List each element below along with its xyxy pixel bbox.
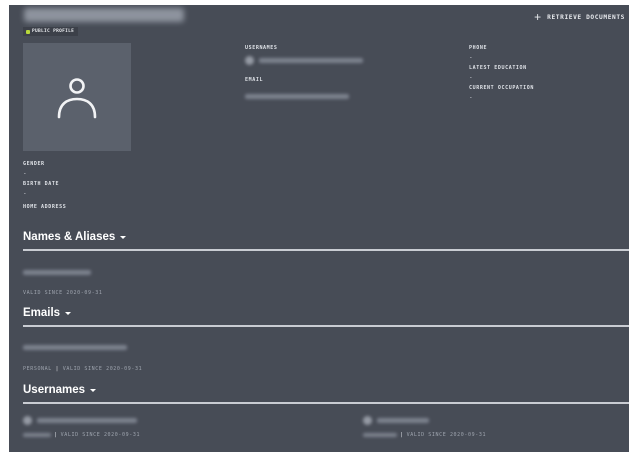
latest-education-field: LATEST EDUCATION - — [469, 65, 527, 81]
alias-valid-since: VALID SINCE 2020-09-31 — [23, 290, 103, 296]
username-avatar-redacted — [245, 56, 254, 65]
username-source-redacted — [363, 433, 397, 437]
email-value-redacted — [245, 94, 349, 100]
chevron-down-icon — [90, 389, 97, 392]
username-valid-since: VALID SINCE 2020-09-31 — [406, 432, 487, 438]
profile-name-redacted — [24, 8, 184, 22]
username-item: | VALID SINCE 2020-09-31 — [23, 416, 140, 438]
names-divider — [23, 249, 629, 251]
retrieve-documents-label: RETRIEVE DOCUMENTS — [547, 13, 625, 21]
latest-education-value: - — [469, 74, 473, 81]
user-icon — [57, 78, 97, 119]
username-item: | VALID SINCE 2020-09-31 — [363, 416, 486, 438]
birth-date-field: BIRTH DATE - — [23, 181, 59, 197]
email-item-meta: PERSONAL | VALID SINCE 2020-09-31 — [23, 366, 142, 372]
home-address-label: HOME ADDRESS — [23, 204, 67, 210]
retrieve-documents-button[interactable]: + RETRIEVE DOCUMENTS — [534, 10, 625, 24]
username-item-value-redacted — [37, 418, 137, 423]
username-item-meta: | VALID SINCE 2020-09-31 — [23, 432, 140, 438]
usernames-title: Usernames — [23, 384, 86, 396]
profile-panel: PUBLIC PROFILE + RETRIEVE DOCUMENTS USER… — [9, 5, 629, 452]
meta-separator: | — [55, 366, 60, 372]
email-field: EMAIL — [245, 77, 349, 106]
emails-divider — [23, 325, 629, 327]
gender-label: GENDER — [23, 161, 45, 167]
public-profile-badge: PUBLIC PROFILE — [23, 27, 79, 36]
phone-field: PHONE - — [469, 45, 487, 61]
phone-value: - — [469, 54, 473, 61]
gender-value: - — [23, 170, 27, 177]
birth-date-value: - — [23, 190, 27, 197]
email-type: PERSONAL — [23, 366, 52, 372]
username-item-value-redacted — [377, 418, 429, 423]
email-label: EMAIL — [245, 77, 264, 83]
username-item-avatar-redacted — [363, 416, 372, 425]
email-item: PERSONAL | VALID SINCE 2020-09-31 — [23, 339, 142, 372]
usernames-divider — [23, 402, 629, 404]
badge-label: PUBLIC PROFILE — [32, 29, 75, 34]
meta-separator: | — [54, 432, 58, 438]
badge-dot-icon — [26, 29, 30, 34]
emails-title: Emails — [23, 307, 61, 319]
names-aliases-title: Names & Aliases — [23, 231, 116, 243]
chevron-down-icon — [65, 312, 72, 315]
plus-icon: + — [534, 10, 542, 24]
home-address-field: HOME ADDRESS — [23, 204, 66, 210]
latest-education-label: LATEST EDUCATION — [469, 65, 527, 71]
usernames-field: USERNAMES — [245, 45, 363, 65]
current-occupation-field: CURRENT OCCUPATION - — [469, 85, 534, 101]
username-source-redacted — [23, 433, 51, 437]
username-item-meta: | VALID SINCE 2020-09-31 — [363, 432, 486, 438]
emails-toggle[interactable]: Emails — [23, 307, 72, 319]
chevron-down-icon — [120, 236, 127, 239]
usernames-toggle[interactable]: Usernames — [23, 384, 97, 396]
name-alias-item: VALID SINCE 2020-09-31 — [23, 264, 102, 296]
meta-separator: | — [400, 432, 404, 438]
username-valid-since: VALID SINCE 2020-09-31 — [60, 432, 141, 438]
current-occupation-value: - — [469, 94, 473, 101]
email-item-value-redacted — [23, 345, 127, 351]
usernames-label: USERNAMES — [245, 45, 278, 51]
alias-value-redacted — [23, 270, 91, 276]
username-value-redacted — [259, 58, 363, 63]
names-aliases-toggle[interactable]: Names & Aliases — [23, 231, 127, 243]
avatar — [23, 43, 131, 151]
current-occupation-label: CURRENT OCCUPATION — [469, 85, 534, 91]
birth-date-label: BIRTH DATE — [23, 181, 60, 187]
phone-label: PHONE — [469, 45, 488, 51]
email-valid-since: VALID SINCE 2020-09-31 — [62, 366, 143, 372]
gender-field: GENDER - — [23, 161, 45, 177]
username-item-avatar-redacted — [23, 416, 32, 425]
